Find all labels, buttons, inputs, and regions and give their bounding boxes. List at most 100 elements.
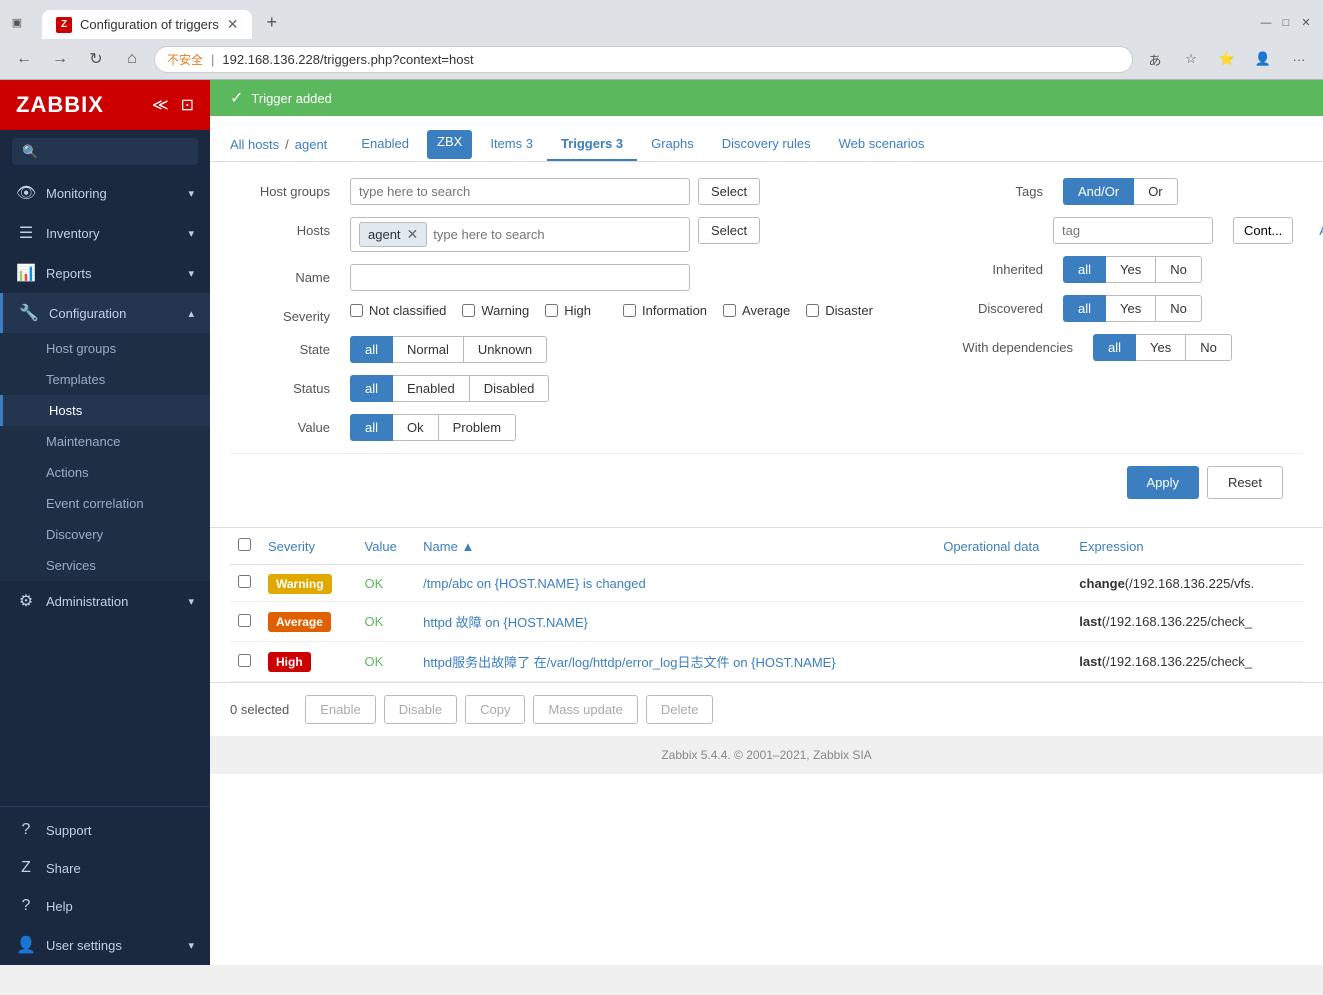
discovered-all-button[interactable]: all <box>1063 295 1106 322</box>
discovered-no-button[interactable]: No <box>1155 295 1202 322</box>
breadcrumb-current[interactable]: agent <box>295 137 328 152</box>
severity-warning-checkbox[interactable] <box>462 304 475 317</box>
sidebar-item-user-settings[interactable]: 👤 User settings ▾ <box>0 925 210 965</box>
col-header-opdata[interactable]: Operational data <box>935 528 1071 565</box>
menu-icon[interactable]: ··· <box>1285 45 1313 73</box>
sidebar-subitem-actions[interactable]: Actions <box>0 457 210 488</box>
breadcrumb-all-hosts[interactable]: All hosts <box>230 137 279 152</box>
severity-not-classified-checkbox[interactable] <box>350 304 363 317</box>
hosts-input[interactable] <box>433 227 681 242</box>
select-all-checkbox[interactable] <box>238 538 251 551</box>
sidebar-subitem-services[interactable]: Services <box>0 550 210 581</box>
hosts-select-button[interactable]: Select <box>698 217 760 244</box>
inherited-yes-button[interactable]: Yes <box>1105 256 1156 283</box>
sidebar-item-configuration[interactable]: 🔧 Configuration ▴ <box>0 293 210 333</box>
with-dependencies-yes-button[interactable]: Yes <box>1135 334 1186 361</box>
mass-update-button[interactable]: Mass update <box>533 695 637 724</box>
profile-icon[interactable]: 👤 <box>1249 45 1277 73</box>
severity-high-checkbox[interactable] <box>545 304 558 317</box>
sidebar-item-help[interactable]: ? Help <box>0 887 210 925</box>
collections-icon[interactable]: ⭐ <box>1213 45 1241 73</box>
severity-not-classified[interactable]: Not classified <box>350 303 446 318</box>
col-header-name[interactable]: Name ▲ <box>415 528 935 565</box>
reset-button[interactable]: Reset <box>1207 466 1283 499</box>
status-enabled-button[interactable]: Enabled <box>392 375 470 402</box>
value-all-button[interactable]: all <box>350 414 393 441</box>
tab-graphs[interactable]: Graphs <box>637 128 708 161</box>
state-all-button[interactable]: all <box>350 336 393 363</box>
severity-high[interactable]: High <box>545 303 591 318</box>
back-button[interactable]: ← <box>10 45 38 73</box>
sidebar-subitem-maintenance[interactable]: Maintenance <box>0 426 210 457</box>
tab-web-scenarios[interactable]: Web scenarios <box>825 128 939 161</box>
tags-andor-button[interactable]: And/Or <box>1063 178 1134 205</box>
host-groups-select-button[interactable]: Select <box>698 178 760 205</box>
tab-items[interactable]: Items 3 <box>476 128 547 161</box>
severity-information[interactable]: Information <box>623 303 707 318</box>
state-unknown-button[interactable]: Unknown <box>463 336 547 363</box>
row-checkbox-0[interactable] <box>238 575 251 588</box>
tag-contains-button[interactable]: Cont... <box>1233 217 1293 244</box>
severity-disaster-checkbox[interactable] <box>806 304 819 317</box>
maximize-button[interactable]: □ <box>1279 16 1293 30</box>
sidebar-item-inventory[interactable]: ☰ Inventory ▾ <box>0 213 210 253</box>
severity-average[interactable]: Average <box>723 303 790 318</box>
favorites-icon[interactable]: ☆ <box>1177 45 1205 73</box>
status-all-button[interactable]: all <box>350 375 393 402</box>
severity-warning[interactable]: Warning <box>462 303 529 318</box>
refresh-button[interactable]: ↻ <box>82 45 110 73</box>
status-disabled-button[interactable]: Disabled <box>469 375 550 402</box>
close-button[interactable]: ✕ <box>1299 16 1313 30</box>
state-normal-button[interactable]: Normal <box>392 336 464 363</box>
with-dependencies-no-button[interactable]: No <box>1185 334 1232 361</box>
tab-enabled[interactable]: Enabled <box>347 128 423 161</box>
forward-button[interactable]: → <box>46 45 74 73</box>
sidebar-item-support[interactable]: ? Support <box>0 811 210 849</box>
tab-close-button[interactable]: ✕ <box>227 16 239 33</box>
severity-information-checkbox[interactable] <box>623 304 636 317</box>
trigger-link-2[interactable]: httpd服务出故障了 在/var/log/httdp/error_log日志文… <box>423 655 836 670</box>
severity-disaster[interactable]: Disaster <box>806 303 873 318</box>
host-groups-input[interactable] <box>350 178 690 205</box>
sidebar-expand-button[interactable]: ⊡ <box>181 95 194 115</box>
with-dependencies-all-button[interactable]: all <box>1093 334 1136 361</box>
browser-tab[interactable]: Z Configuration of triggers ✕ <box>42 10 252 39</box>
sidebar-subitem-host-groups[interactable]: Host groups <box>0 333 210 364</box>
enable-button[interactable]: Enable <box>305 695 375 724</box>
trigger-link-1[interactable]: httpd 故障 on {HOST.NAME} <box>423 615 588 630</box>
sidebar-subitem-event-correlation[interactable]: Event correlation <box>0 488 210 519</box>
address-bar[interactable]: 不安全 | 192.168.136.228/triggers.php?conte… <box>154 46 1133 73</box>
sidebar-search-input[interactable] <box>12 138 198 165</box>
copy-button[interactable]: Copy <box>465 695 525 724</box>
name-input[interactable] <box>350 264 690 291</box>
severity-average-checkbox[interactable] <box>723 304 736 317</box>
tab-zbx[interactable]: ZBX <box>427 130 472 159</box>
minimize-button[interactable]: — <box>1259 16 1273 30</box>
delete-button[interactable]: Delete <box>646 695 714 724</box>
inherited-all-button[interactable]: all <box>1063 256 1106 283</box>
sidebar-item-reports[interactable]: 📊 Reports ▾ <box>0 253 210 293</box>
new-tab-button[interactable]: + <box>252 6 291 39</box>
tags-or-button[interactable]: Or <box>1133 178 1177 205</box>
disable-button[interactable]: Disable <box>384 695 457 724</box>
home-button[interactable]: ⌂ <box>118 45 146 73</box>
inherited-no-button[interactable]: No <box>1155 256 1202 283</box>
col-header-value[interactable]: Value <box>357 528 416 565</box>
sidebar-collapse-button[interactable]: ≪ <box>152 95 169 115</box>
sidebar-subitem-templates[interactable]: Templates <box>0 364 210 395</box>
sidebar-item-monitoring[interactable]: 👁 Monitoring ▾ <box>0 173 210 213</box>
discovered-yes-button[interactable]: Yes <box>1105 295 1156 322</box>
sidebar-subitem-hosts[interactable]: Hosts <box>0 395 210 426</box>
value-problem-button[interactable]: Problem <box>438 414 516 441</box>
tab-discovery-rules[interactable]: Discovery rules <box>708 128 825 161</box>
tab-triggers[interactable]: Triggers 3 <box>547 128 637 161</box>
sidebar-item-administration[interactable]: ⚙ Administration ▾ <box>0 581 210 621</box>
add-tag-link[interactable]: Add <box>1319 217 1323 238</box>
sidebar-item-share[interactable]: Z Share <box>0 849 210 887</box>
row-checkbox-2[interactable] <box>238 654 251 667</box>
host-tag-remove-button[interactable]: ✕ <box>407 226 419 243</box>
col-header-expression[interactable]: Expression <box>1071 528 1303 565</box>
row-checkbox-1[interactable] <box>238 614 251 627</box>
apply-button[interactable]: Apply <box>1127 466 1200 499</box>
read-mode-icon[interactable]: あ <box>1141 45 1169 73</box>
